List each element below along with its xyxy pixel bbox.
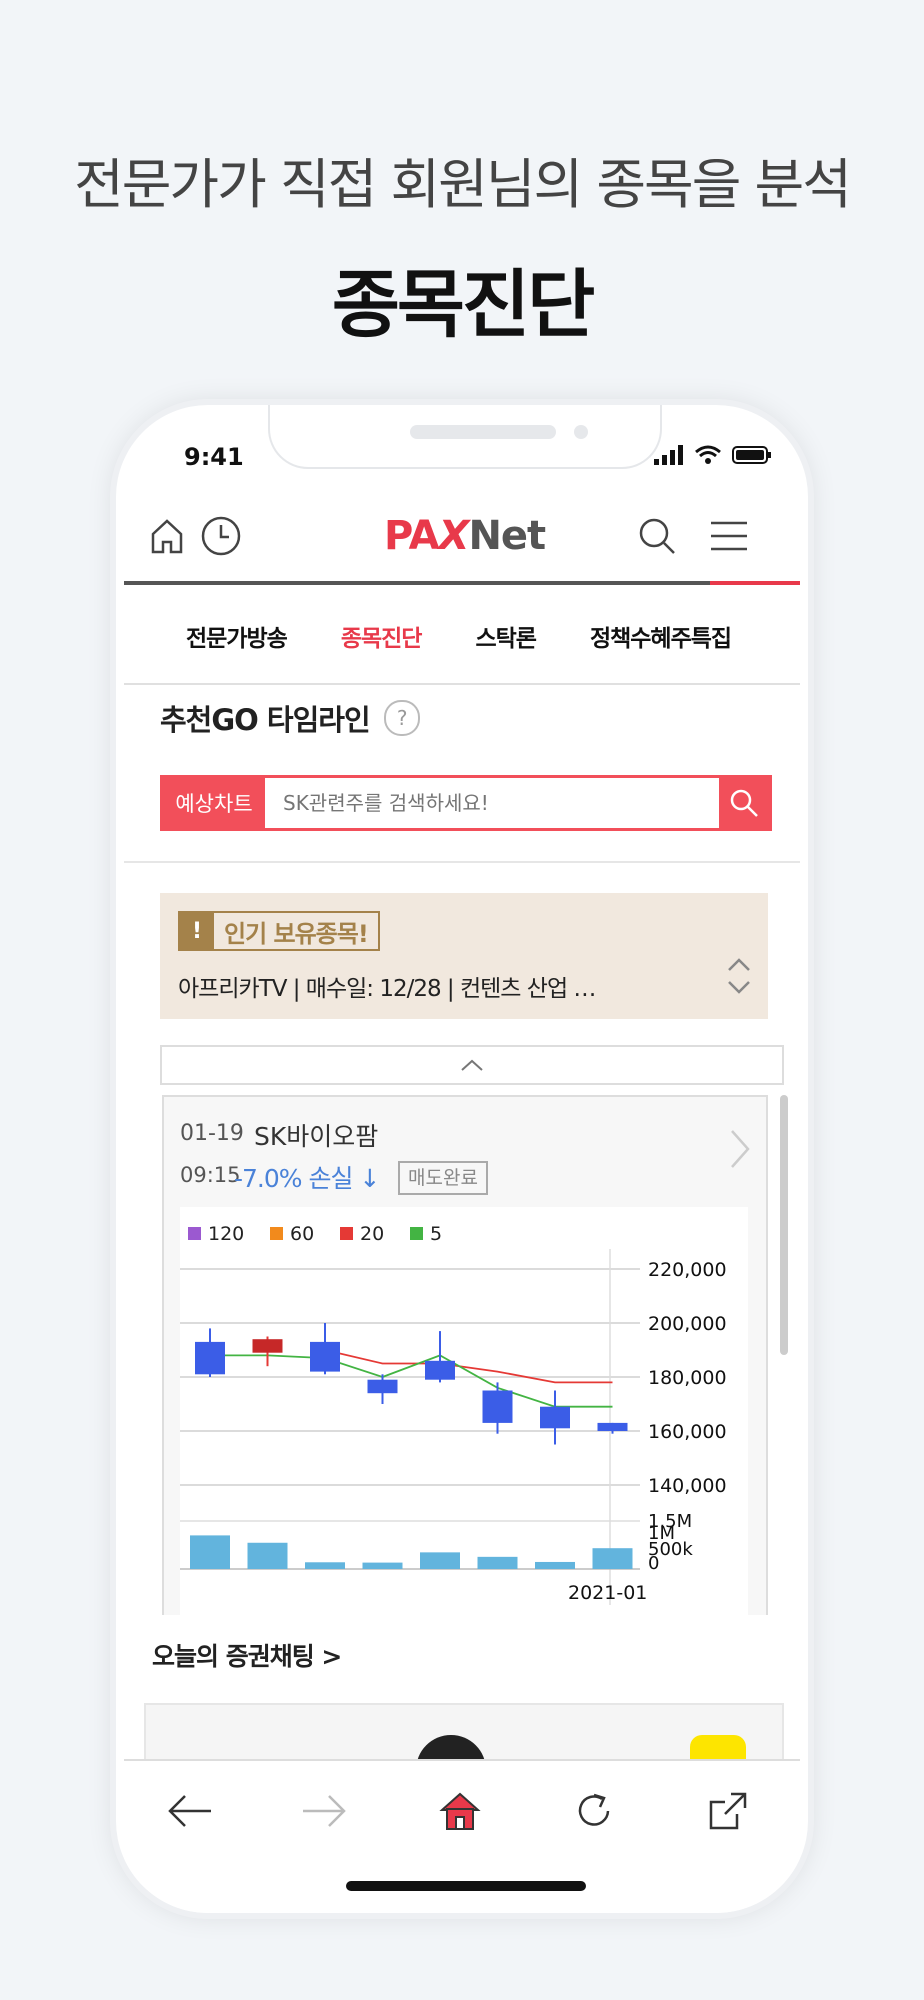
- x-axis-label: 2021-01: [568, 1582, 647, 1604]
- collapse-toggle[interactable]: [160, 1045, 784, 1085]
- phone-notch: [268, 405, 662, 469]
- stock-chart: 120 60 20 5 220,000 200,000 180,000 160,000 140,…: [180, 1207, 748, 1615]
- candle-body: [482, 1390, 513, 1423]
- candle-body: [597, 1422, 628, 1431]
- home-icon[interactable]: [432, 1783, 488, 1839]
- chat-section-title[interactable]: 오늘의 증권채팅 >: [152, 1637, 342, 1673]
- candle-body: [195, 1341, 225, 1375]
- help-icon[interactable]: ?: [383, 700, 420, 736]
- diagnosis-card[interactable]: 01-19 SK바이오팜 09:15 -7.0% 손실 ↓ 매도완료 120 60…: [162, 1095, 768, 1615]
- battery-icon: [732, 446, 771, 464]
- popular-badge: ! 인기 보유종목!: [178, 911, 380, 951]
- scrollbar[interactable]: [780, 1095, 788, 1355]
- y-tick-label: 200,000: [648, 1313, 727, 1335]
- status-time: 9:41: [184, 443, 244, 471]
- volume-bar: [592, 1548, 633, 1569]
- chevron-up-icon[interactable]: [726, 957, 752, 973]
- candle-body: [367, 1379, 398, 1394]
- legend-label: 5: [430, 1223, 442, 1245]
- y-tick-label: 220,000: [648, 1259, 727, 1281]
- logo-text-pa: PA: [384, 513, 440, 559]
- search-icon: [730, 789, 758, 817]
- section-title: 추천GO 타임라인 ?: [160, 697, 420, 739]
- tab-stock-diagnosis[interactable]: 종목진단: [341, 585, 423, 683]
- legend-label: 20: [360, 1223, 384, 1245]
- history-clock-icon[interactable]: [196, 511, 246, 561]
- popular-info: 아프리카TV | 매수일: 12/28 | 컨텐츠 산업 …: [178, 976, 596, 1002]
- y-tick-label: 160,000: [648, 1421, 727, 1443]
- paxnet-logo[interactable]: PAXNet: [384, 513, 546, 559]
- legend-label: 60: [290, 1223, 314, 1245]
- promo-headline: 전문가가 직접 회원님의 종목을 분석: [74, 153, 852, 216]
- popular-badge-title: 인기 보유종목!: [224, 919, 369, 948]
- candle-body: [310, 1341, 340, 1372]
- refresh-icon[interactable]: [566, 1783, 622, 1839]
- home-indicator: [346, 1881, 586, 1891]
- tab-policy-special[interactable]: 정책수혜주특집: [590, 585, 732, 683]
- chevron-down-icon[interactable]: [726, 979, 752, 995]
- volume-tick-label: 0: [648, 1553, 659, 1574]
- tab-stock-loan[interactable]: 스탁론: [475, 585, 536, 683]
- search-label: 예상차트: [163, 778, 265, 828]
- volume-bar: [190, 1535, 230, 1569]
- logo-text-net: Net: [468, 513, 546, 559]
- candle-body: [425, 1360, 455, 1380]
- card-stock-name: SK바이오팜: [254, 1122, 379, 1151]
- forecast-search-bar: 예상차트: [160, 775, 772, 831]
- candle-body: [540, 1406, 570, 1429]
- chevron-right-icon[interactable]: [728, 1127, 752, 1175]
- volume-bar: [362, 1562, 403, 1569]
- chart-svg: 120 60 20 5 220,000 200,000 180,000 160,000 140,…: [180, 1223, 727, 1605]
- logo-text-x: X: [438, 513, 470, 559]
- legend-swatch: [340, 1227, 353, 1240]
- y-tick-label: 180,000: [648, 1367, 727, 1389]
- legend-label: 120: [208, 1223, 244, 1245]
- back-arrow-icon[interactable]: [162, 1783, 218, 1839]
- exclamation-icon: !: [180, 913, 214, 949]
- tab-expert-broadcast[interactable]: 전문가방송: [186, 585, 288, 683]
- volume-bar: [247, 1542, 288, 1569]
- share-icon[interactable]: [700, 1783, 756, 1839]
- card-date: 01-19: [180, 1121, 244, 1146]
- card-time: 09:15: [180, 1163, 241, 1187]
- camera: [574, 425, 588, 439]
- search-button[interactable]: [719, 778, 769, 828]
- phone-frame: 9:41 PAXNet 전문가방송 종목진단 스탁론 정책수혜주특집 추천GO …: [116, 405, 808, 1913]
- app-header: PAXNet: [124, 495, 800, 585]
- legend-swatch: [270, 1227, 283, 1240]
- forward-arrow-icon[interactable]: [296, 1783, 352, 1839]
- speaker: [410, 425, 556, 439]
- card-change: -7.0% 손실 ↓: [234, 1164, 380, 1193]
- signal-icon: [654, 445, 683, 465]
- wifi-icon: [695, 445, 721, 464]
- chevron-up-icon: [461, 1059, 483, 1071]
- popular-holdings-banner[interactable]: ! 인기 보유종목! 아프리카TV | 매수일: 12/28 | 컨텐츠 산업 …: [160, 893, 768, 1019]
- y-tick-label: 140,000: [648, 1475, 727, 1497]
- legend-swatch: [410, 1227, 423, 1240]
- menu-icon[interactable]: [704, 511, 754, 561]
- legend-swatch: [188, 1227, 201, 1240]
- section-title-text: 추천GO 타임라인: [160, 703, 371, 737]
- volume-bar: [305, 1562, 345, 1569]
- divider: [124, 861, 800, 863]
- candle-body: [252, 1339, 283, 1353]
- volume-bar: [420, 1552, 460, 1569]
- volume-bar: [477, 1556, 518, 1569]
- volume-bar: [535, 1561, 575, 1569]
- search-icon[interactable]: [632, 511, 682, 561]
- category-tabs: 전문가방송 종목진단 스탁론 정책수혜주특집: [124, 585, 800, 685]
- status-icons: [654, 445, 772, 465]
- promo-title: 종목진단: [331, 262, 595, 348]
- home-icon[interactable]: [142, 511, 192, 561]
- status-badge: 매도완료: [398, 1161, 488, 1195]
- rotate-arrows[interactable]: [726, 955, 752, 999]
- search-input[interactable]: [265, 778, 719, 828]
